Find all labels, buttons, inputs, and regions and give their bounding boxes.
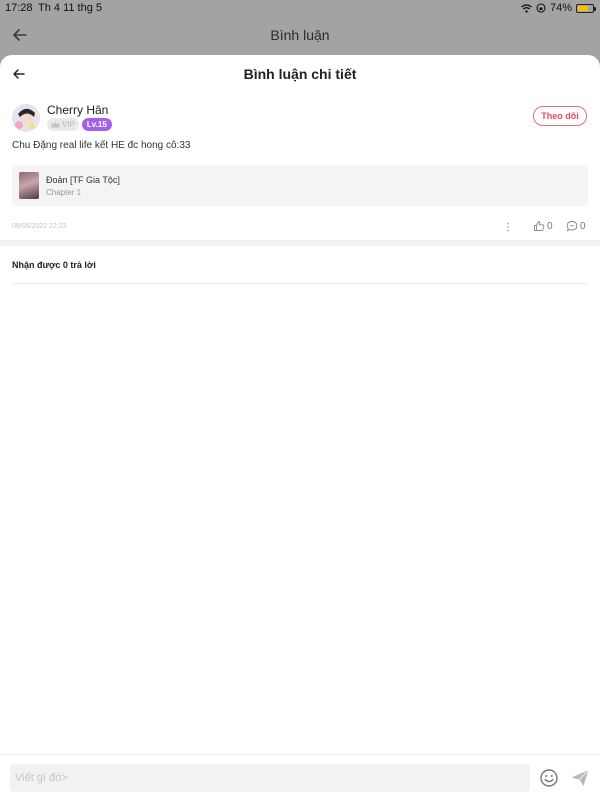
story-title: Đoản [TF Gia Tộc] [46, 175, 120, 185]
thumbs-up-icon [534, 221, 545, 231]
status-bar: 17:28 Th 4 11 thg 5 74% [0, 0, 600, 16]
crown-icon [51, 121, 60, 128]
story-card[interactable]: Đoản [TF Gia Tộc] Chapter 1 [12, 165, 588, 206]
like-count: 0 [547, 220, 553, 232]
user-badges: VIP Lv.15 [47, 118, 112, 131]
vip-label: VIP [62, 120, 75, 129]
comment-timestamp: 09/05/2022 22:23 [12, 223, 67, 230]
background-header: Bình luận [0, 20, 600, 52]
reply-button[interactable]: 0 [566, 220, 586, 232]
follow-button[interactable]: Theo dõi [533, 106, 587, 126]
smiley-icon[interactable] [539, 768, 559, 788]
page-title: Bình luận chi tiết [243, 66, 357, 82]
more-dots-icon[interactable] [502, 220, 514, 234]
comment-input[interactable] [10, 764, 530, 792]
status-time: 17:28 [5, 2, 33, 14]
like-button[interactable]: 0 [533, 220, 553, 232]
wifi-icon [521, 3, 532, 13]
comment-detail-sheet: Bình luận chi tiết Cherry Hân VIP Lv.15 … [0, 55, 600, 800]
story-chapter: Chapter 1 [46, 188, 82, 197]
comment-bubble-icon [566, 221, 578, 232]
reply-count: 0 [580, 220, 586, 232]
background-title: Bình luận [270, 27, 330, 43]
comment-text: Chu Đặng real life kết HE đc hong cô:33 [12, 140, 191, 151]
vip-badge: VIP [47, 118, 79, 131]
battery-percent: 74% [549, 2, 572, 14]
orientation-lock-icon [536, 3, 546, 13]
send-plane-icon[interactable] [570, 768, 590, 788]
avatar[interactable] [12, 104, 40, 132]
comment-meta: 09/05/2022 22:23 0 0 [12, 219, 588, 235]
status-date: Th 4 11 thg 5 [38, 2, 103, 14]
status-indicators: 74% [521, 2, 596, 14]
battery-level [578, 5, 589, 11]
avatar-image [12, 104, 40, 132]
replies-divider [12, 283, 588, 284]
sheet-header: Bình luận chi tiết [0, 55, 600, 93]
level-badge: Lv.15 [81, 118, 112, 131]
username[interactable]: Cherry Hân [47, 103, 108, 117]
story-cover [19, 172, 39, 199]
battery-icon [576, 3, 596, 13]
section-divider [0, 240, 600, 246]
comment-input-bar [0, 754, 600, 800]
replies-count-label: Nhận được 0 trả lời [12, 260, 96, 270]
